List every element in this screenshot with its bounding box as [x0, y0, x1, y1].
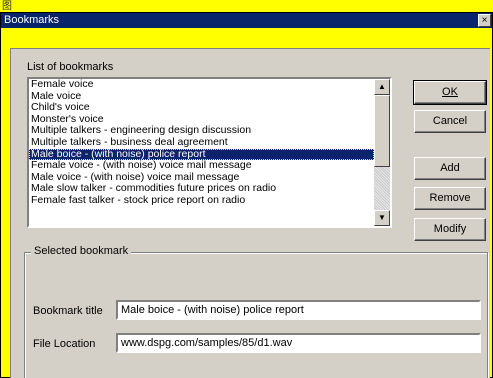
- title-bar: Bookmarks ×: [1, 13, 492, 28]
- list-item[interactable]: Female voice - (with noise) voice mail m…: [29, 160, 374, 172]
- selected-bookmark-title: Selected bookmark: [31, 245, 132, 257]
- up-arrow-icon: ▲: [378, 82, 386, 91]
- bookmark-list[interactable]: Female voice Male voice Child's voice Monst…: [29, 79, 374, 207]
- bookmark-listbox[interactable]: Female voice Male voice Child's voice Monst…: [27, 77, 392, 228]
- scroll-down-button[interactable]: ▼: [374, 210, 390, 226]
- scroll-thumb[interactable]: [374, 95, 390, 167]
- file-location-input[interactable]: www.dspg.com/samples/85/d1.wav: [116, 333, 481, 353]
- add-label: Add: [440, 162, 460, 174]
- top-strip: 图: [0, 0, 493, 12]
- list-item[interactable]: Multiple talkers - business deal agreeme…: [29, 136, 374, 149]
- cancel-label: Cancel: [432, 115, 468, 127]
- window-title: Bookmarks: [4, 14, 60, 26]
- list-item[interactable]: Female fast talker - stock price report …: [29, 194, 374, 207]
- file-location-label: File Location: [33, 338, 96, 350]
- remove-button[interactable]: Remove: [414, 187, 486, 210]
- modify-label: Modify: [433, 223, 467, 235]
- bookmark-title-input[interactable]: Male boice - (with noise) police report: [116, 300, 481, 320]
- modify-button[interactable]: Modify: [414, 218, 486, 241]
- scroll-up-button[interactable]: ▲: [374, 79, 390, 95]
- list-item[interactable]: Female voice: [29, 79, 374, 91]
- ok-button[interactable]: OK: [413, 80, 487, 105]
- bookmark-title-label: Bookmark title: [33, 305, 103, 317]
- vertical-scrollbar[interactable]: ▲ ▼: [374, 79, 390, 226]
- down-arrow-icon: ▼: [378, 213, 386, 222]
- close-button[interactable]: ×: [478, 14, 491, 27]
- top-glyph: 图: [2, 1, 12, 12]
- bookmarks-dialog: Bookmarks × List of bookmarks Female voi…: [0, 12, 493, 378]
- dialog-frame: List of bookmarks Female voice Male voice…: [1, 28, 492, 378]
- dialog-body: List of bookmarks Female voice Male voice…: [10, 48, 490, 378]
- remove-label: Remove: [429, 192, 471, 204]
- list-label: List of bookmarks: [27, 61, 114, 73]
- cancel-button[interactable]: Cancel: [414, 110, 486, 133]
- add-button[interactable]: Add: [414, 157, 486, 180]
- ok-label: OK: [442, 86, 458, 98]
- close-icon: ×: [481, 15, 488, 26]
